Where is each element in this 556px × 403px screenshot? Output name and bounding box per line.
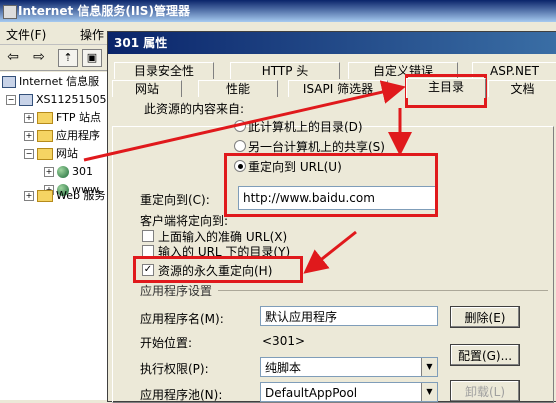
folder-icon: [37, 112, 53, 124]
up-folder-icon[interactable]: ⇡: [58, 49, 78, 67]
check-exact-url[interactable]: [142, 230, 154, 242]
app-title-bar: Internet 信息服务(IIS)管理器: [0, 0, 556, 22]
folder-icon: [37, 148, 53, 160]
expand-icon[interactable]: +: [24, 113, 34, 123]
chevron-down-icon[interactable]: ▼: [421, 383, 437, 401]
computer-icon: [2, 76, 16, 88]
tree-root[interactable]: Internet 信息服: [2, 74, 99, 90]
app-name-label: 应用程序名(M):: [140, 312, 224, 326]
expand-icon[interactable]: +: [44, 167, 54, 177]
chevron-down-icon[interactable]: ▼: [421, 358, 437, 376]
computer-icon: [19, 94, 33, 106]
radio-local-dir[interactable]: [234, 120, 246, 132]
dialog-title-bar: 301 属性: [108, 32, 556, 54]
iis-app-icon: [3, 5, 17, 19]
expand-icon[interactable]: +: [24, 191, 34, 201]
app-pool-select[interactable]: DefaultAppPool ▼: [260, 382, 438, 402]
app-settings-heading: 应用程序设置: [140, 284, 213, 298]
tab-documents[interactable]: 文档: [488, 80, 556, 97]
start-location-label: 开始位置:: [140, 336, 193, 350]
app-title: Internet 信息服务(IIS)管理器: [18, 4, 190, 18]
tree-web-ext[interactable]: + Web 服务: [24, 188, 105, 204]
tree-apps[interactable]: + 应用程序: [24, 128, 100, 144]
tree-ftp[interactable]: + FTP 站点: [24, 110, 101, 126]
client-redirect-label: 客户端将定向到:: [140, 214, 229, 228]
tree-server[interactable]: − XS112515054: [6, 92, 112, 108]
exec-perm-select[interactable]: 纯脚本 ▼: [260, 357, 438, 377]
highlight-permanent-redirect: [133, 256, 303, 283]
radio-share[interactable]: [234, 140, 246, 152]
tab-isapi-filters[interactable]: ISAPI 筛选器: [288, 80, 388, 97]
tree-websites[interactable]: − 网站: [24, 146, 78, 162]
start-location-value: <301>: [262, 334, 306, 348]
collapse-icon[interactable]: −: [24, 149, 34, 159]
divider: [218, 290, 548, 291]
app-pool-label: 应用程序池(N):: [140, 388, 223, 402]
toolbar: ⇦ ⇨ ⇡ ▣: [0, 46, 110, 71]
redirect-to-label: 重定向到(C):: [140, 193, 210, 207]
tab-performance[interactable]: 性能: [198, 80, 278, 97]
tree-pane: Internet 信息服 − XS112515054 + FTP 站点 + 应用程序 …: [0, 72, 113, 400]
app-name-input[interactable]: 默认应用程序: [260, 306, 438, 326]
folder-icon: [37, 130, 53, 142]
tab-directory-security[interactable]: 目录安全性: [114, 62, 214, 79]
config-button[interactable]: 配置(G)...: [450, 344, 520, 366]
tab-http-headers[interactable]: HTTP 头: [230, 62, 340, 79]
radio-local-label[interactable]: 此计算机上的目录(D): [248, 118, 363, 135]
delete-button[interactable]: 删除(E): [450, 306, 520, 328]
show-tree-icon[interactable]: ▣: [82, 49, 102, 67]
tab-home-directory[interactable]: 主目录: [406, 78, 486, 98]
tab-website[interactable]: 网站: [112, 80, 182, 97]
collapse-icon[interactable]: −: [6, 95, 16, 105]
menu-action[interactable]: 操作: [80, 26, 104, 43]
expand-icon[interactable]: +: [24, 131, 34, 141]
globe-icon: [57, 166, 69, 178]
tree-site-301[interactable]: +301: [44, 164, 93, 180]
source-label: 此资源的内容来自:: [144, 102, 245, 116]
forward-icon[interactable]: ⇨: [30, 49, 48, 65]
highlight-redirect-area: [224, 153, 438, 217]
unload-button[interactable]: 卸载(L): [450, 380, 520, 402]
folder-icon: [37, 190, 53, 202]
menu-file[interactable]: 文件(F): [6, 26, 46, 43]
exec-perm-label: 执行权限(P):: [140, 362, 209, 376]
back-icon[interactable]: ⇦: [4, 49, 22, 65]
dialog-title: 301 属性: [114, 36, 168, 50]
